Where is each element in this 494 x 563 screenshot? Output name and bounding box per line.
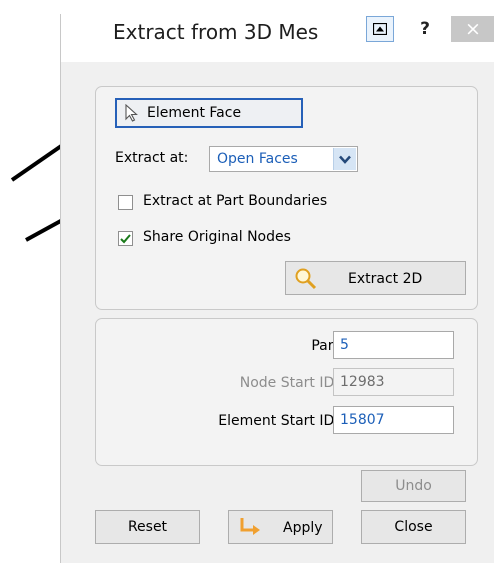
checkmark-icon	[120, 233, 131, 243]
apply-button[interactable]: Apply	[228, 510, 333, 544]
undo-button[interactable]: Undo	[361, 470, 466, 502]
node-start-field: 12983	[333, 368, 454, 396]
extract-2d-label: Extract 2D	[348, 271, 423, 287]
dock-icon	[373, 23, 387, 35]
share-nodes-checkbox[interactable]	[118, 231, 133, 246]
close-window-button[interactable]: ×	[451, 16, 494, 42]
apply-arrow-icon	[240, 518, 260, 535]
part-boundaries-checkbox[interactable]	[118, 195, 133, 210]
element-start-field[interactable]: 15807	[333, 406, 454, 434]
dock-button[interactable]	[366, 16, 394, 42]
apply-label: Apply	[283, 520, 323, 536]
node-start-label: Node Start ID:	[239, 375, 339, 391]
magnifier-icon	[295, 268, 317, 290]
part-boundaries-label: Extract at Part Boundaries	[143, 193, 328, 209]
extract-2d-button[interactable]: Extract 2D	[285, 261, 466, 295]
cursor-arrow-icon	[125, 104, 138, 122]
element-face-button[interactable]: Element Face	[115, 98, 303, 128]
element-face-label: Element Face	[147, 105, 242, 121]
extract-at-select[interactable]: Open Faces	[209, 146, 358, 172]
part-field[interactable]: 5	[333, 331, 454, 359]
reset-button[interactable]: Reset	[95, 510, 200, 544]
extract-dialog: Extract from 3D Mes ? × Element Face Ext…	[60, 14, 494, 563]
element-start-label: Element Start ID:	[218, 413, 339, 429]
extract-at-label: Extract at:	[115, 150, 189, 166]
chevron-down-icon[interactable]	[333, 148, 356, 170]
close-button[interactable]: Close	[361, 510, 466, 544]
help-button[interactable]: ?	[406, 16, 444, 42]
title-bar: Extract from 3D Mes ? ×	[61, 14, 494, 62]
share-nodes-label: Share Original Nodes	[143, 229, 291, 245]
dialog-title: Extract from 3D Mes	[113, 20, 319, 44]
extract-at-value: Open Faces	[217, 151, 298, 167]
